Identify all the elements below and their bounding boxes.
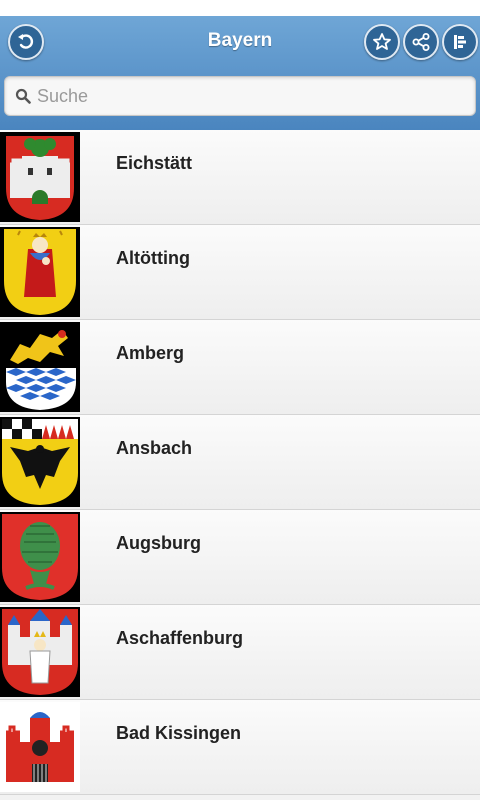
list-item[interactable]: Aschaffenburg (0, 605, 480, 700)
search-input[interactable] (37, 77, 457, 115)
search-field[interactable] (4, 76, 476, 116)
ansbach-crest (0, 417, 80, 507)
city-list: Eichstätt Altötting Amberg Ansbach Augsb… (0, 130, 480, 795)
share-button[interactable] (403, 24, 439, 60)
list-item[interactable]: Amberg (0, 320, 480, 415)
bad-kissingen-crest (0, 702, 80, 792)
list-item-label: Ansbach (116, 438, 193, 458)
list-item-label: Eichstätt (116, 153, 193, 173)
star-icon (373, 33, 391, 50)
menu-button[interactable] (442, 24, 478, 60)
search-icon (15, 88, 31, 104)
list-item-label: Altötting (116, 248, 190, 268)
list-item-label: Bad Kissingen (116, 723, 242, 743)
list-item-label: Augsburg (116, 533, 201, 553)
eichstaett-crest (0, 132, 80, 222)
list-item[interactable]: Ansbach (0, 415, 480, 510)
list-item[interactable]: Bad Kissingen (0, 700, 480, 795)
list-item[interactable]: Altötting (0, 225, 480, 320)
list-item-label: Amberg (116, 343, 185, 363)
list-item-label: Aschaffenburg (116, 628, 244, 648)
altoetting-crest (0, 227, 80, 317)
list-item[interactable]: Eichstätt (0, 130, 480, 225)
amberg-crest (0, 322, 80, 412)
header-bar: Bayern (0, 16, 480, 131)
augsburg-crest (0, 512, 80, 602)
aschaffenburg-crest (0, 607, 80, 697)
list-menu-icon (454, 35, 466, 49)
share-icon (412, 33, 430, 51)
favorite-button[interactable] (364, 24, 400, 60)
status-bar (0, 0, 480, 16)
list-item[interactable]: Augsburg (0, 510, 480, 605)
